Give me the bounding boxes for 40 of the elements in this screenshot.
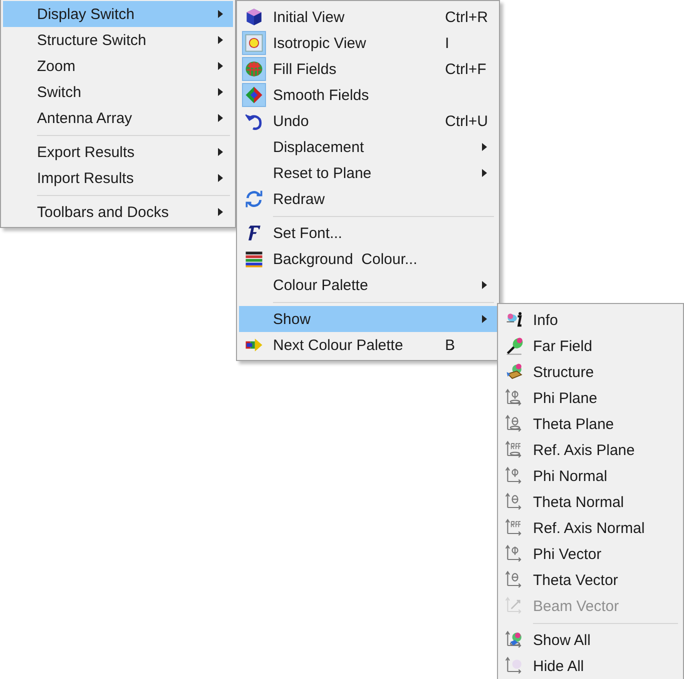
- menu-item[interactable]: Zoom: [3, 53, 233, 79]
- menu-item[interactable]: Switch: [3, 79, 233, 105]
- refresh-icon: [243, 188, 265, 210]
- menu-item[interactable]: Structure: [500, 359, 681, 385]
- menu-item[interactable]: Theta Normal: [500, 489, 681, 515]
- menu-item[interactable]: Phi Vector: [500, 541, 681, 567]
- menu-item[interactable]: Show All: [500, 627, 681, 653]
- menu-item[interactable]: Ref. Axis Plane: [500, 437, 681, 463]
- shortcut-text: Ctrl+F: [445, 60, 486, 78]
- menu-item[interactable]: Undo Ctrl+U: [239, 108, 497, 134]
- menu-item[interactable]: Initial View Ctrl+R: [239, 4, 497, 30]
- menu-item[interactable]: Import Results: [3, 165, 233, 191]
- menu-item[interactable]: Phi Plane: [500, 385, 681, 411]
- menu-item[interactable]: Set Font...: [239, 220, 497, 246]
- menu-item[interactable]: Info: [500, 307, 681, 333]
- menu-item[interactable]: Antenna Array: [3, 105, 233, 131]
- menu-item[interactable]: Hide All: [500, 653, 681, 679]
- menu-item[interactable]: Next Colour Palette B: [239, 332, 497, 358]
- menu-item[interactable]: Theta Vector: [500, 567, 681, 593]
- menu-item[interactable]: Structure Switch: [3, 27, 233, 53]
- menu-item[interactable]: Theta Plane: [500, 411, 681, 437]
- menu-item[interactable]: Background Colour...: [239, 246, 497, 272]
- shortcut-text: B: [445, 336, 456, 354]
- menu-item[interactable]: Phi Normal: [500, 463, 681, 489]
- menu-item[interactable]: Display Switch: [3, 1, 233, 27]
- menu-item[interactable]: Smooth Fields: [239, 82, 497, 108]
- menu-item[interactable]: Displacement: [239, 134, 497, 160]
- menu-item[interactable]: Far Field: [500, 333, 681, 359]
- menu-item[interactable]: Colour Palette: [239, 272, 497, 298]
- menu-item[interactable]: Export Results: [3, 139, 233, 165]
- shortcut-text: I: [445, 34, 450, 52]
- menu-item[interactable]: Show: [239, 306, 497, 332]
- shortcut-text: Ctrl+U: [445, 112, 488, 130]
- menu-item[interactable]: Ref. Axis Normal: [500, 515, 681, 541]
- shortcut-text: Ctrl+R: [445, 8, 488, 26]
- menu-item[interactable]: Isotropic View I: [239, 30, 497, 56]
- menu-item[interactable]: Toolbars and Docks: [3, 199, 233, 225]
- menu-item[interactable]: Fill Fields Ctrl+F: [239, 56, 497, 82]
- menu-item[interactable]: Redraw: [239, 186, 497, 212]
- menu-item[interactable]: Reset to Plane: [239, 160, 497, 186]
